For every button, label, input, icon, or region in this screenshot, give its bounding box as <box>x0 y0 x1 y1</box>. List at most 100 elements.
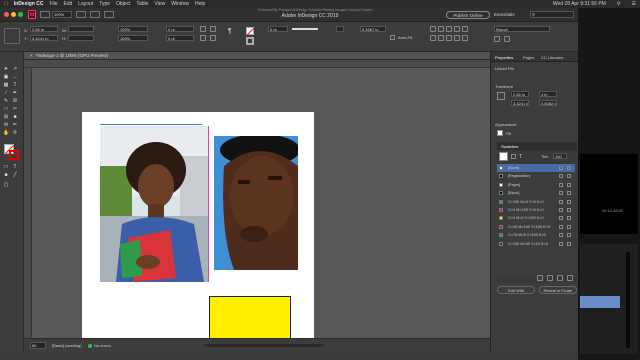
scale-x-field[interactable]: 100% <box>118 26 148 32</box>
flip-vertical-icon[interactable] <box>210 35 216 41</box>
transform-reference-icon[interactable] <box>497 92 505 100</box>
document-tab[interactable]: × *Indesign-1 @ 100% [GPU Preview] <box>24 52 490 60</box>
publish-online-button[interactable]: Publish Online <box>446 11 490 19</box>
transform-x-field[interactable]: 2.84 in <box>511 91 529 97</box>
stroke-weight-field[interactable]: 0 pt <box>268 26 288 32</box>
line-tool-icon[interactable]: ∕ <box>3 90 9 96</box>
zoom-tool-icon[interactable]: ⚲ <box>12 130 18 136</box>
transform-h-field[interactable]: 0.6082 in <box>539 100 557 106</box>
vertical-ruler[interactable] <box>24 68 32 338</box>
document-page[interactable] <box>82 112 314 338</box>
image-frame-man[interactable] <box>214 136 298 270</box>
menu-window[interactable]: Window <box>171 1 189 7</box>
type-tool-icon[interactable]: T <box>12 82 18 88</box>
y-position-field[interactable]: 3.4241 in <box>30 35 58 41</box>
close-window-button[interactable] <box>4 12 9 17</box>
eyedropper-tool-icon[interactable]: ✏ <box>12 122 18 128</box>
swatch-views-icon[interactable] <box>537 275 543 281</box>
menu-help[interactable]: Help <box>195 1 205 7</box>
transform-y-field[interactable]: 3.4241 in <box>511 100 529 106</box>
fit-content-frame-icon[interactable] <box>430 26 436 32</box>
tab-swatches[interactable]: Swatches <box>501 144 518 149</box>
timeline-clip[interactable] <box>580 296 620 308</box>
swatch-row[interactable]: C=0 M=0 Y=100 K=0 <box>497 214 575 222</box>
app-menu[interactable]: InDesign CC <box>14 1 44 7</box>
edit-with-button[interactable]: Edit With <box>497 286 535 294</box>
preflight-status[interactable]: No errors <box>94 343 111 348</box>
apply-none-icon[interactable]: ╱ <box>12 172 18 178</box>
fill-frame-icon[interactable] <box>454 26 460 32</box>
view-options-icon[interactable] <box>76 11 86 18</box>
yellow-rectangle[interactable] <box>209 296 291 338</box>
gradient-tool-icon[interactable]: ■ <box>12 114 18 120</box>
menu-object[interactable]: Object <box>116 1 130 7</box>
center-content-icon[interactable] <box>446 26 452 32</box>
pencil-tool-icon[interactable]: ✎ <box>3 98 9 104</box>
swatch-row[interactable]: C=15 M=100 Y=100 K=0 <box>497 223 575 231</box>
menu-edit[interactable]: Edit <box>64 1 73 7</box>
appearance-fill-swatch[interactable] <box>497 130 503 136</box>
pen-tool-icon[interactable]: ✒ <box>12 90 18 96</box>
gap-tool-icon[interactable]: ↔ <box>12 74 18 80</box>
minimize-window-button[interactable] <box>11 12 16 17</box>
delete-swatch-icon[interactable] <box>567 275 573 281</box>
close-tab-icon[interactable]: × <box>30 53 33 58</box>
align-center-icon[interactable] <box>438 35 444 41</box>
zoom-level-field[interactable]: 100% <box>52 11 72 18</box>
paragraph-icon[interactable]: ¶ <box>228 28 232 35</box>
width-field[interactable] <box>68 26 94 32</box>
rotation-field[interactable]: 0 pt <box>166 26 194 32</box>
scale-y-field[interactable]: 100% <box>118 35 148 41</box>
rotate-ccw-icon[interactable] <box>200 35 206 41</box>
flip-horizontal-icon[interactable] <box>210 26 216 32</box>
formatting-text-icon[interactable]: T <box>12 164 18 170</box>
reveal-in-finder-button[interactable]: Reveal in Finder <box>539 286 577 294</box>
scissors-tool-icon[interactable]: ✂ <box>12 106 18 112</box>
menu-type[interactable]: Type <box>99 1 110 7</box>
corner-size-field[interactable]: 0.1667 in <box>360 26 386 32</box>
align-top-icon[interactable] <box>454 35 460 41</box>
menu-file[interactable]: File <box>49 1 57 7</box>
swatch-row[interactable]: C=75 M=5 Y=100 K=0 <box>497 231 575 239</box>
shear-field[interactable]: 0 pt <box>166 35 194 41</box>
tab-pages[interactable]: Pages <box>523 55 534 60</box>
apple-icon[interactable]:  <box>4 1 8 7</box>
page-number-field[interactable]: 86 <box>30 342 46 349</box>
height-field[interactable] <box>68 35 94 41</box>
swatch-text-icon[interactable]: T <box>519 154 522 160</box>
spotlight-icon[interactable]: ⚲ <box>617 1 621 7</box>
search-stock-field[interactable]: ⚲ <box>530 11 574 18</box>
stroke-swatch[interactable] <box>246 37 254 45</box>
transform-w-field[interactable]: 4 in <box>539 91 557 97</box>
screen-mode-icon[interactable] <box>90 11 100 18</box>
formatting-container-icon[interactable]: □ <box>3 164 9 170</box>
workspace-switcher[interactable]: Essentials <box>494 12 515 17</box>
effects-icon[interactable] <box>494 36 500 42</box>
swatch-container-icon[interactable] <box>511 154 516 159</box>
opacity-icon[interactable] <box>336 26 344 32</box>
swatch-row[interactable]: [Paper] <box>497 181 575 189</box>
horizontal-scrollbar[interactable] <box>204 344 324 347</box>
tint-field[interactable]: 100 <box>553 153 567 159</box>
stroke-color-icon[interactable] <box>9 150 19 160</box>
fit-frame-content-icon[interactable] <box>438 26 444 32</box>
horizontal-ruler[interactable] <box>24 60 490 68</box>
pasteboard[interactable] <box>32 68 490 338</box>
auto-fit-checkbox[interactable] <box>390 35 395 40</box>
menu-view[interactable]: View <box>154 1 165 7</box>
direct-selection-tool-icon[interactable]: ↗ <box>12 66 18 72</box>
screen-mode-icon[interactable]: ▢ <box>3 182 9 188</box>
swatch-row[interactable]: [None] <box>497 164 575 172</box>
align-bottom-icon[interactable] <box>462 35 468 41</box>
object-style-select[interactable]: [None] <box>494 26 550 32</box>
swatch-row[interactable]: [Black] <box>497 189 575 197</box>
swatch-row[interactable]: C=100 M=0 Y=0 K=0 <box>497 198 575 206</box>
new-swatch-icon[interactable] <box>557 275 563 281</box>
rotate-cw-icon[interactable] <box>200 26 206 32</box>
tab-cc-libraries[interactable]: CC Libraries <box>541 55 563 60</box>
rectangle-frame-tool-icon[interactable]: ☒ <box>12 98 18 104</box>
align-right-icon[interactable] <box>446 35 452 41</box>
page-tool-icon[interactable]: ▣ <box>3 74 9 80</box>
swatch-fill-icon[interactable] <box>499 152 508 161</box>
reference-point-icon[interactable] <box>4 28 20 44</box>
